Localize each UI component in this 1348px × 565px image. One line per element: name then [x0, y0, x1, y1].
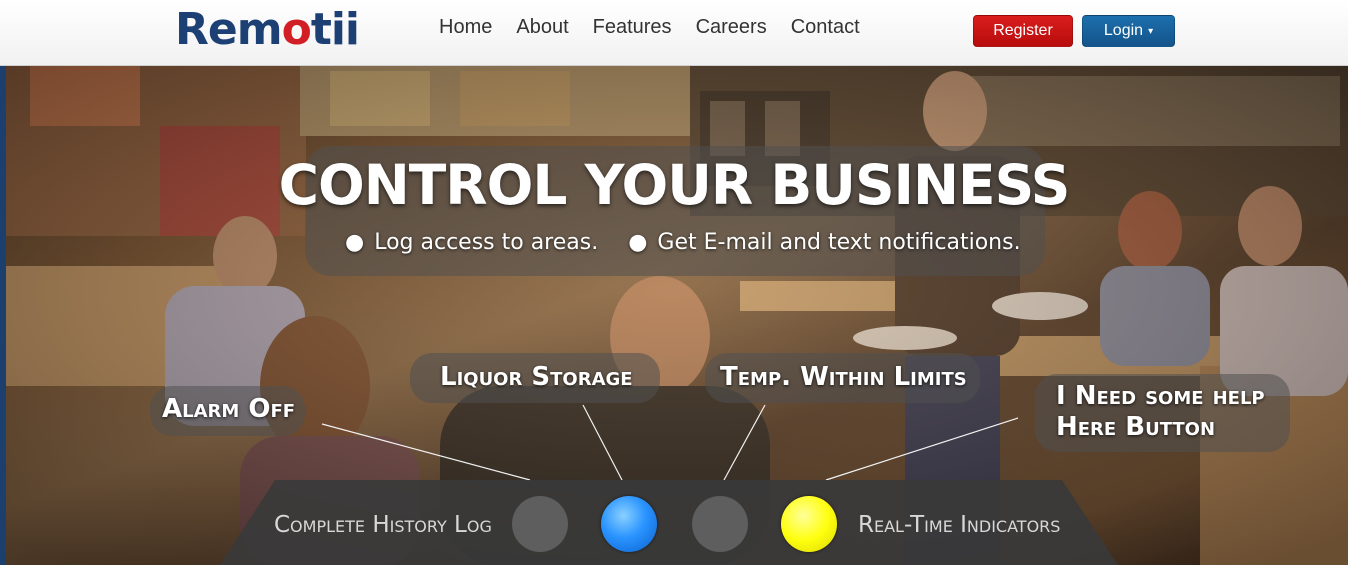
nav-careers[interactable]: Careers [696, 16, 767, 39]
hero-bullets: ● Log access to areas. ● Get E-mail and te… [345, 230, 1021, 255]
left-edge-rail [0, 66, 6, 565]
login-label: Login [1103, 22, 1144, 39]
bullet-item: ● Get E-mail and text notifications. [628, 230, 1020, 255]
hero-headline: CONTROL YOUR BUSINESS [278, 153, 1071, 217]
remotii-logo[interactable]: Remotii [175, 4, 360, 56]
site-header: Remotii Home About Features Careers Cont… [0, 0, 1348, 66]
bullet-item: ● Log access to areas. [345, 230, 598, 255]
label-temp-within-limits: Temp. Within Limits [720, 362, 967, 392]
nav-features[interactable]: Features [593, 16, 672, 39]
nav-about[interactable]: About [516, 16, 568, 39]
indicator-yellow[interactable] [781, 496, 837, 552]
label-help-line1: I Need some help [1056, 381, 1265, 411]
nav-home[interactable]: Home [439, 16, 492, 39]
power-icon: o [281, 4, 312, 55]
bullet-dot-icon: ● [628, 230, 648, 255]
real-time-indicators-link[interactable]: Real-Time Indicators [858, 512, 1060, 538]
login-button[interactable]: Login ▾ [1082, 15, 1175, 47]
complete-history-log-link[interactable]: Complete History Log [274, 512, 492, 538]
indicator-gray-2[interactable] [692, 496, 748, 552]
label-liquor-storage: Liquor Storage [440, 362, 633, 392]
hero-banner: CONTROL YOUR BUSINESS ● Log access to are… [0, 66, 1348, 565]
label-help-line2: Here Button [1056, 412, 1216, 442]
label-alarm-off: Alarm Off [162, 394, 296, 424]
bullet-text: Get E-mail and text notifications. [657, 230, 1021, 255]
nav-contact[interactable]: Contact [791, 16, 860, 39]
indicator-gray-1[interactable] [512, 496, 568, 552]
register-button[interactable]: Register [973, 15, 1073, 47]
bullet-dot-icon: ● [345, 230, 365, 255]
register-label: Register [993, 22, 1053, 39]
logo-text-suffix: tii [310, 4, 360, 55]
logo-text-prefix: Rem [175, 4, 283, 55]
bullet-text: Log access to areas. [374, 230, 599, 255]
indicator-blue[interactable] [601, 496, 657, 552]
restaurant-photo [0, 66, 1348, 565]
chevron-down-icon: ▾ [1148, 25, 1154, 37]
main-nav: Home About Features Careers Contact [439, 16, 860, 39]
